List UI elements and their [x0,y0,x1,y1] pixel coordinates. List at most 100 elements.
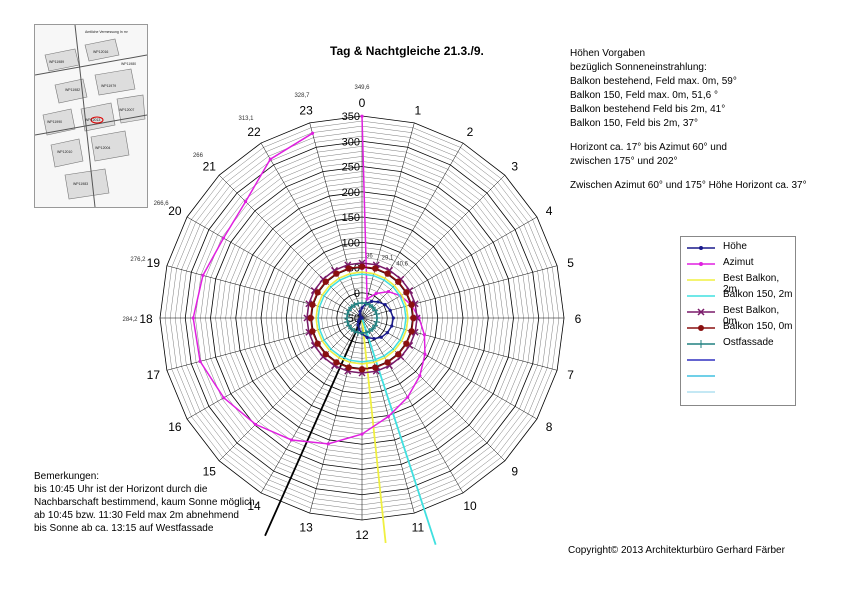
spoke-value-label: 266,6 [154,201,170,207]
series-point [385,331,389,335]
radial-tick-label: 150 [342,212,360,224]
series-point [333,270,340,277]
radial-tick-label: 250 [342,162,360,174]
remark-line: bis 10:45 Uhr ist der Horizont durch die [34,484,208,495]
series-point [360,114,364,118]
inner-value-label: 36 [366,253,373,259]
series-point [360,306,364,310]
category-label: 2 [467,125,474,139]
grid-spoke [361,174,506,319]
series-point [345,364,352,371]
copyright-text: Copyright© 2013 Architekturbüro Gerhard … [568,545,785,556]
remark-line: ab 10:45 bzw. 11:30 Feld max 2m abnehmen… [34,510,239,521]
heights-block-2: Horizont ca. 17° bis Azimut 60° und zwisc… [570,141,807,169]
series-point [253,422,258,427]
series-point [310,131,315,135]
spoke-value-label: 284,2 [122,317,138,323]
legend-item [685,369,795,383]
heights-block-3: Zwischen Azimut 60° und 175° Höhe Horizo… [570,179,807,193]
remark-line: Bemerkungen: [34,471,100,482]
category-label: 13 [299,521,313,535]
legend-label: Balkon 150, 0m [723,321,793,332]
series-point [395,278,402,285]
legend-item: Höhe [685,241,795,255]
grid-spoke [166,265,363,319]
legend-item [685,353,795,367]
series-point [322,278,329,285]
map-label: WP12013 [85,118,100,122]
legend-item: Balkon 150, 0m [685,321,795,335]
series-point [268,157,272,161]
series-point [386,414,391,419]
inner-value-label: 29,1 [382,255,394,261]
series-point [410,314,417,322]
series-point [383,303,387,307]
legend-swatch [687,391,715,393]
series-point [289,438,294,442]
series-point [365,297,369,301]
heights-line: Balkon bestehend, Feld max. 0m, 59° [570,76,737,87]
series-point [372,336,376,341]
series-point [222,396,226,400]
remark-line: bis Sonne ab ca. 13:15 auf Westfassade [34,523,214,534]
map-label: WP12010 [57,150,72,154]
series-point [388,308,392,313]
radial-tick-label: 300 [342,136,360,148]
heights-line: bezüglich Sonneneinstrahlung: [570,62,707,73]
category-label: 12 [355,528,369,542]
category-label: 19 [147,256,161,270]
grid-spoke [218,174,363,319]
spoke-value-label: 328,7 [294,93,310,99]
grid-spoke [186,216,363,319]
map-label: WP12004 [95,146,110,150]
series-point [243,199,248,204]
category-label: 8 [546,420,553,434]
spoke-value-label: 349,6 [354,85,370,91]
legend-swatch [687,340,715,348]
radial-tick-label: 200 [342,187,360,199]
series-point [384,359,391,366]
spoke-value-label: 276,2 [130,257,146,263]
map-label: Amtliche Vermessung In m³ [85,30,129,34]
series-point [403,340,410,347]
series-point [384,270,391,277]
heights-line: Horizont ca. 17° bis Azimut 60° und [570,142,727,153]
category-label: 17 [147,368,161,382]
series-point [355,300,362,307]
series-point [373,311,380,318]
legend-swatch [687,295,715,297]
spoke-value-label: 313,1 [238,116,254,122]
remarks-block: Bemerkungen: bis 10:45 Uhr ist der Horizo… [34,470,257,535]
series-point [358,309,362,313]
heights-line: Balkon 150, Feld bis 2m, 37° [570,118,698,129]
series-point [358,263,366,270]
series-point [408,328,415,335]
legend-swatch [687,279,715,281]
series-point [374,291,378,296]
map-label: WP11990 [47,120,62,124]
remark-line: Nachbarschaft bestimmend, kaum Sonne mög… [34,497,258,508]
heights-line: Balkon 150, Feld max. 0m, 51,6 ° [570,90,718,101]
map-label: WP12016 [93,50,108,54]
series-point [358,366,366,373]
series-point [221,236,226,240]
site-map-thumbnail: Amtliche Vermessung In m³ WP12016 WP11989 W… [34,24,148,208]
heights-line: Balkon bestehend Feld bis 2m, 41° [570,104,726,115]
series-point [422,333,427,337]
series-point [345,265,352,272]
series-point [373,318,380,325]
map-label: WP11980 [121,62,136,66]
series-point [358,312,362,317]
series-point [403,289,410,296]
series-point [333,359,340,366]
category-label: 11 [412,521,425,535]
map-label: WP11982 [65,88,80,92]
map-label: WP11983 [73,182,88,186]
legend-label: Höhe [723,241,747,252]
series-point [314,289,321,296]
grid-spoke [361,216,538,319]
category-label: 22 [247,125,261,139]
legend-swatch [687,308,715,316]
series-point [386,289,391,294]
series-point [314,340,321,347]
